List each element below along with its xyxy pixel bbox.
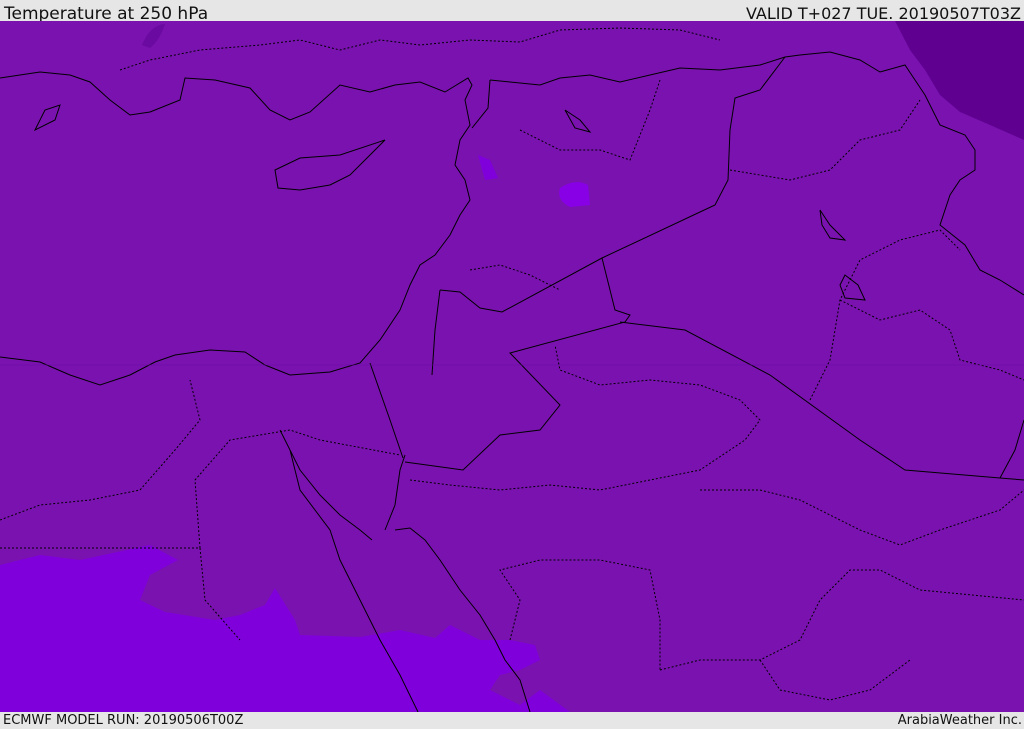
footer-bar: ECMWF MODEL RUN: 20190506T00Z ArabiaWeat… [0, 712, 1024, 729]
model-run-label: ECMWF MODEL RUN: 20190506T00Z [3, 713, 244, 728]
temperature-map[interactable] [0, 21, 1024, 712]
brand-label: ArabiaWeather Inc. [897, 713, 1022, 728]
header-bar: Temperature at 250 hPa VALID T+027 TUE. … [0, 0, 1024, 24]
